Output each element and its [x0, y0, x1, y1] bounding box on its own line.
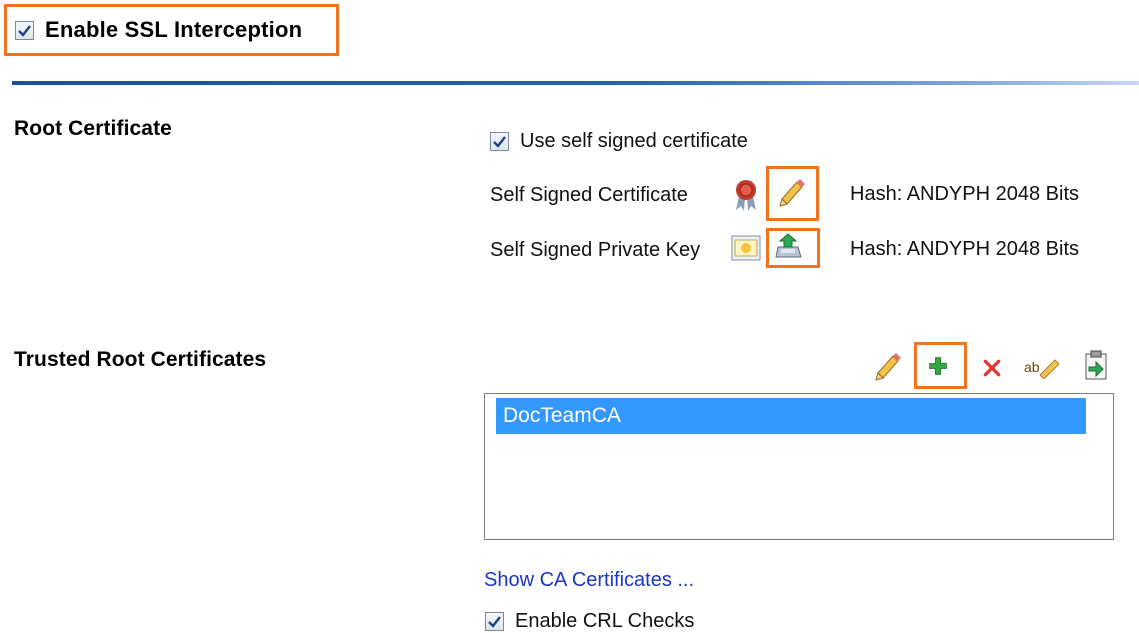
header-divider	[12, 81, 1139, 85]
self-signed-cert-hash: Hash: ANDYPH 2048 Bits	[850, 183, 1079, 205]
enable-crl-checkbox[interactable]	[485, 612, 504, 631]
enable-ssl-checkbox[interactable]	[15, 21, 34, 40]
rename-icon[interactable]: ab	[1024, 355, 1060, 379]
self-signed-key-hash: Hash: ANDYPH 2048 Bits	[850, 238, 1079, 260]
root-certificate-title: Root Certificate	[14, 117, 172, 140]
private-key-icon	[731, 235, 761, 261]
self-signed-cert-label: Self Signed Certificate	[490, 184, 688, 206]
use-self-signed-label[interactable]: Use self signed certificate	[520, 130, 748, 153]
trusted-root-list[interactable]: DocTeamCA	[484, 393, 1114, 540]
checkmark-icon	[493, 136, 506, 148]
svg-text:ab: ab	[1024, 359, 1040, 375]
list-item[interactable]: DocTeamCA	[496, 398, 1086, 434]
checkmark-icon	[18, 25, 31, 37]
checkmark-icon	[488, 616, 501, 628]
delete-icon[interactable]	[982, 358, 1002, 378]
show-ca-certificates-link[interactable]: Show CA Certificates ...	[484, 569, 694, 592]
use-self-signed-checkbox[interactable]	[490, 132, 509, 151]
certificate-icon	[736, 180, 756, 211]
self-signed-key-label: Self Signed Private Key	[490, 239, 701, 261]
add-icon[interactable]	[928, 356, 948, 376]
pencil-edit-icon[interactable]	[872, 351, 902, 381]
trusted-root-title: Trusted Root Certificates	[14, 348, 267, 371]
pencil-edit-icon[interactable]	[776, 177, 806, 207]
enable-ssl-label[interactable]: Enable SSL Interception	[45, 17, 302, 43]
import-icon[interactable]	[1083, 350, 1109, 380]
export-icon[interactable]	[774, 231, 804, 261]
enable-crl-label[interactable]: Enable CRL Checks	[515, 610, 694, 633]
